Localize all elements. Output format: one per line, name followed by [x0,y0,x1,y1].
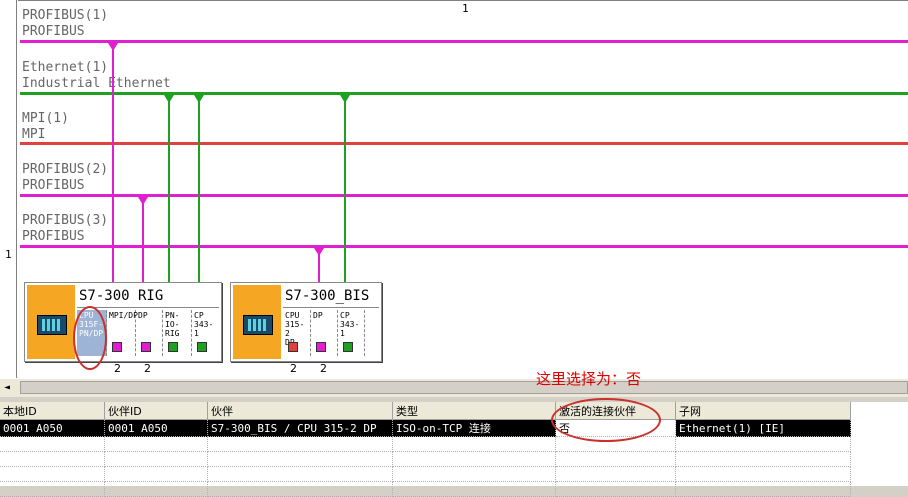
module-label: CPU [285,311,300,320]
connection-line-dp-profibus-2 [142,197,144,283]
table-row-empty[interactable] [0,436,851,452]
cell-subnet[interactable]: Ethernet(1) [IE] [675,419,851,437]
network-type-profibus-1: PROFIBUS [22,24,85,39]
connection-marker [164,95,174,103]
plc-rack-icon [243,315,273,335]
module-pn-io-rig[interactable]: PN- IO-RIG [163,310,192,356]
connection-line-mpidp-profibus-1 [112,43,114,283]
station-s7-300-bis[interactable]: S7-300_BIS CPU 315-2 DP DP CP 343-1 [230,282,382,362]
plc-rack-icon [37,315,67,335]
module-cpu-315-2-dp[interactable]: CPU 315-2 DP [283,310,311,356]
station-block [27,285,75,359]
connection-table[interactable]: 本地ID 伙伴ID 伙伴 类型 激活的连接伙伴 子网 0001 A050 000… [0,398,908,497]
top-ruler: 1 [0,0,908,16]
network-view-canvas[interactable]: 1 1 PROFIBUS(1) PROFIBUS Ethernet(1) Ind… [0,0,908,378]
horizontal-scrollbar[interactable]: ◄ [0,378,908,397]
column-header-partner[interactable]: 伙伴 [207,402,393,420]
module-label: 315-2 [285,320,305,338]
module-dp[interactable]: DP [311,310,338,356]
network-line-profibus-2[interactable] [20,194,908,197]
connection-marker [194,95,204,103]
table-row-empty[interactable] [0,481,851,497]
ethernet-port-icon [197,342,207,352]
network-line-profibus-3[interactable] [20,245,908,248]
scroll-left-icon[interactable]: ◄ [4,382,10,393]
module-cp-343-1[interactable]: CP 343-1 [192,310,220,356]
network-name-profibus-2: PROFIBUS(2) [22,162,109,177]
annotation-ellipse-active-partner [551,398,661,442]
port-number: 2 [144,362,151,375]
column-header-local-id[interactable]: 本地ID [0,402,105,420]
module-label: IO-RIG [165,320,180,338]
module-cp-343-1[interactable]: CP 343-1 [338,310,365,356]
module-label: 343-1 [340,320,360,338]
scrollbar-thumb[interactable] [20,381,908,394]
top-ruler-label: 1 [462,2,469,15]
cell-partner-id[interactable]: 0001 A050 [104,419,208,437]
ethernet-port-icon [168,342,178,352]
annotation-ellipse-cpu [73,306,107,370]
module-dp[interactable]: DP [136,310,163,356]
network-line-profibus-1[interactable] [20,40,908,43]
connection-marker [138,197,148,205]
station-title: S7-300 RIG [77,285,219,308]
network-type-profibus-3: PROFIBUS [22,229,85,244]
network-type-ethernet-1: Industrial Ethernet [22,76,171,91]
column-header-subnet[interactable]: 子网 [675,402,851,420]
module-label: PN- [165,311,180,320]
column-header-partner-id[interactable]: 伙伴ID [104,402,208,420]
port-number: 2 [114,362,121,375]
mpi-port-icon [288,342,298,352]
connection-marker [340,95,350,103]
annotation-text: 这里选择为：否 [536,370,642,388]
table-row[interactable]: 0001 A050 0001 A050 S7-300_BIS / CPU 315… [0,419,851,437]
cell-partner[interactable]: S7-300_BIS / CPU 315-2 DP [207,419,393,437]
station-block [233,285,281,359]
module-label: DP [313,311,323,320]
network-name-ethernet-1: Ethernet(1) [22,60,109,75]
port-number: 2 [290,362,297,375]
column-header-type[interactable]: 类型 [392,402,556,420]
table-row-empty[interactable] [0,466,851,482]
network-name-profibus-1: PROFIBUS(1) [22,8,109,23]
network-name-mpi-1: MPI(1) [22,111,69,126]
port-number: 2 [320,362,327,375]
mpi-dp-port-icon [112,342,122,352]
table-row-empty[interactable] [0,451,851,467]
connection-line-pnio-ethernet [168,95,170,283]
network-line-mpi-1[interactable] [20,142,908,145]
module-label: MPI/DP [109,311,138,320]
module-label: CP [194,311,204,320]
module-mpi-dp[interactable]: MPI/DP [107,310,138,356]
connection-marker [314,248,324,256]
station-title: S7-300_BIS [283,285,379,308]
station-s7-300-rig[interactable]: S7-300 RIG CPU 315F- PN/DP MPI/DP DP PN-… [24,282,222,362]
connection-marker [108,43,118,51]
module-label: 343-1 [194,320,214,338]
module-label: DP [138,311,148,320]
module-label: CP [340,311,350,320]
connection-line-cp-bis-ethernet [344,95,346,283]
left-ruler-label: 1 [5,248,12,261]
network-type-mpi-1: MPI [22,127,46,142]
network-line-ethernet-1[interactable] [20,92,908,95]
dp-port-icon [141,342,151,352]
ethernet-port-icon [343,342,353,352]
cell-local-id[interactable]: 0001 A050 [0,419,105,437]
network-name-profibus-3: PROFIBUS(3) [22,213,109,228]
dp-port-icon [316,342,326,352]
left-ruler [16,0,17,378]
network-type-profibus-2: PROFIBUS [22,178,85,193]
connection-line-cp-rig-ethernet [198,95,200,283]
table-header-row: 本地ID 伙伴ID 伙伴 类型 激活的连接伙伴 子网 [0,402,851,420]
cell-type[interactable]: ISO-on-TCP 连接 [392,419,556,437]
